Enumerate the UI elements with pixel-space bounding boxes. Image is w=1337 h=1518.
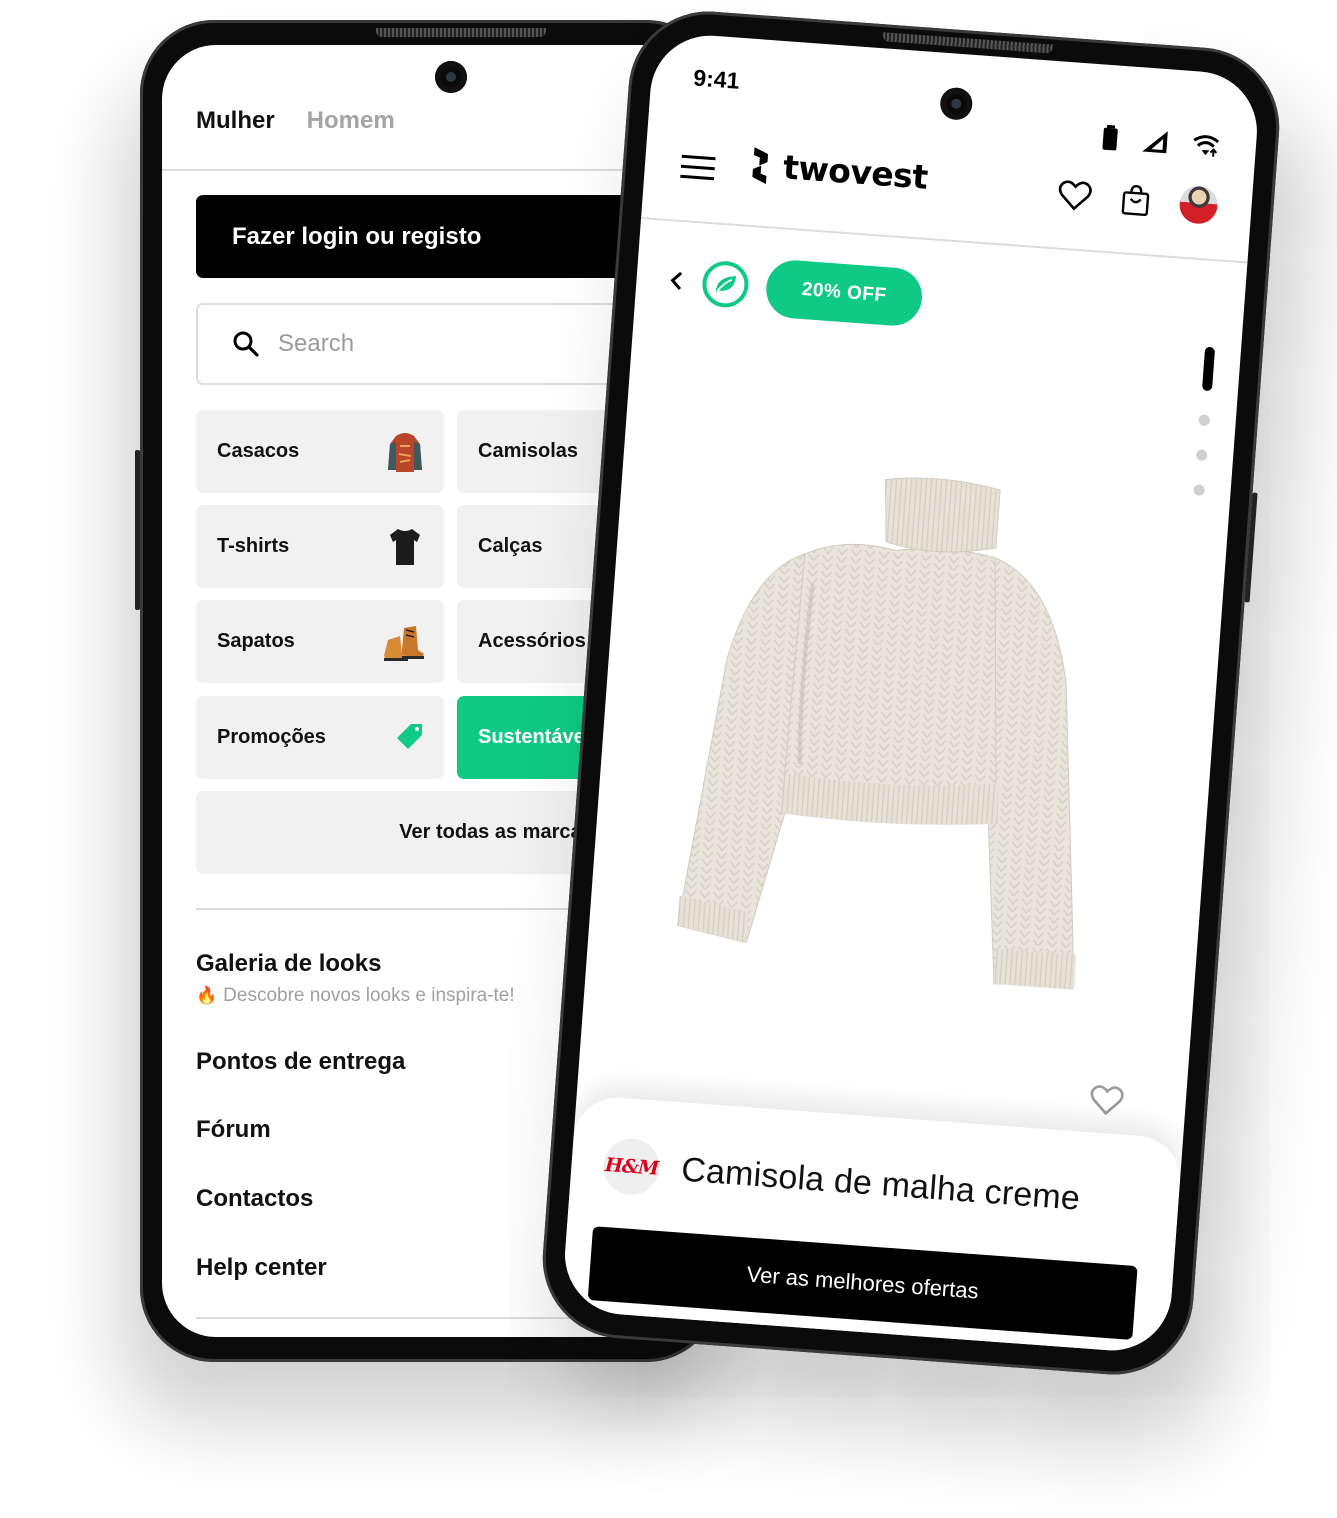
pager-dot[interactable] — [1198, 414, 1211, 427]
avatar[interactable] — [1178, 184, 1219, 226]
fire-icon: 🔥 — [196, 986, 218, 1005]
category-label: Promoções — [217, 726, 326, 748]
boot-icon — [384, 626, 424, 661]
back-arrow-icon[interactable] — [668, 269, 686, 292]
shopping-bag-icon[interactable] — [1121, 183, 1151, 217]
product-info-card: H&M Camisola de malha creme Ver as melho… — [560, 1094, 1184, 1355]
status-icons — [1101, 124, 1221, 160]
galeria-subtitle: 🔥 Descobre novos looks e inspira-te! — [196, 985, 515, 1007]
battery-icon — [1102, 124, 1118, 151]
gender-tabs: Mulher Homem — [196, 107, 395, 135]
category-label: Casacos — [217, 440, 300, 462]
brand-name: twovest — [781, 147, 929, 197]
front-camera — [939, 86, 974, 121]
tab-homem[interactable]: Homem — [307, 107, 395, 135]
category-label: Sustentável — [478, 726, 591, 748]
twovest-logo[interactable]: twovest — [744, 144, 929, 197]
tshirt-icon — [390, 529, 420, 565]
leaf-icon — [715, 276, 737, 293]
search-icon — [233, 331, 259, 357]
pager-active[interactable] — [1201, 346, 1215, 392]
menu-item-help-center[interactable]: Help center — [196, 1254, 327, 1282]
front-camera — [435, 61, 467, 93]
brand-logo-hm[interactable]: H&M — [601, 1136, 662, 1197]
pager-dot[interactable] — [1195, 449, 1208, 462]
product-badges: 20% OFF — [666, 251, 925, 328]
category-label: Calças — [478, 535, 543, 557]
category-tshirts[interactable]: T-shirts — [196, 505, 444, 588]
search-placeholder: Search — [278, 330, 355, 357]
jacket-icon — [388, 433, 422, 472]
discount-badge: 20% OFF — [764, 258, 925, 328]
product-title: Camisola de malha creme — [680, 1150, 1082, 1218]
phone-product: 9:41 twovest 20% OFF H&M Camisola de mal… — [537, 5, 1285, 1381]
phone-side-button — [135, 450, 140, 610]
favorite-product-icon[interactable] — [1089, 1084, 1125, 1116]
menu-item-galeria[interactable]: Galeria de looks — [196, 950, 381, 978]
product-image-sweater — [676, 477, 1077, 990]
category-label: Acessórios — [478, 630, 586, 652]
divider — [162, 169, 702, 171]
category-casacos[interactable]: Casacos — [196, 410, 444, 493]
header-actions — [1057, 175, 1219, 226]
category-promocoes[interactable]: Promoções — [196, 696, 444, 779]
galeria-subtitle-text: Descobre novos looks e inspira-te! — [223, 985, 515, 1006]
pager-dot[interactable] — [1193, 484, 1206, 496]
signal-icon — [1142, 131, 1168, 154]
category-label: Sapatos — [217, 630, 295, 652]
phone-side-button — [1244, 492, 1258, 603]
category-label: Camisolas — [478, 440, 579, 462]
menu-icon[interactable] — [680, 154, 716, 182]
menu-item-pontos-entrega[interactable]: Pontos de entrega — [196, 1048, 405, 1076]
wifi-icon — [1193, 135, 1220, 157]
category-label: T-shirts — [217, 535, 290, 557]
image-pager[interactable] — [1193, 346, 1215, 496]
tab-mulher[interactable]: Mulher — [196, 107, 275, 135]
heart-icon[interactable] — [1057, 179, 1093, 211]
phone-speaker — [376, 28, 546, 37]
category-sapatos[interactable]: Sapatos — [196, 600, 444, 683]
menu-item-contactos[interactable]: Contactos — [196, 1185, 313, 1213]
view-best-offers-button[interactable]: Ver as melhores ofertas — [587, 1226, 1138, 1340]
tag-icon — [397, 724, 422, 749]
eco-badge — [700, 259, 751, 309]
twovest-logo-mark — [752, 146, 769, 184]
menu-item-forum[interactable]: Fórum — [196, 1116, 271, 1144]
status-time: 9:41 — [692, 64, 741, 94]
product-screen: 9:41 twovest 20% OFF H&M Camisola de mal… — [560, 31, 1262, 1355]
